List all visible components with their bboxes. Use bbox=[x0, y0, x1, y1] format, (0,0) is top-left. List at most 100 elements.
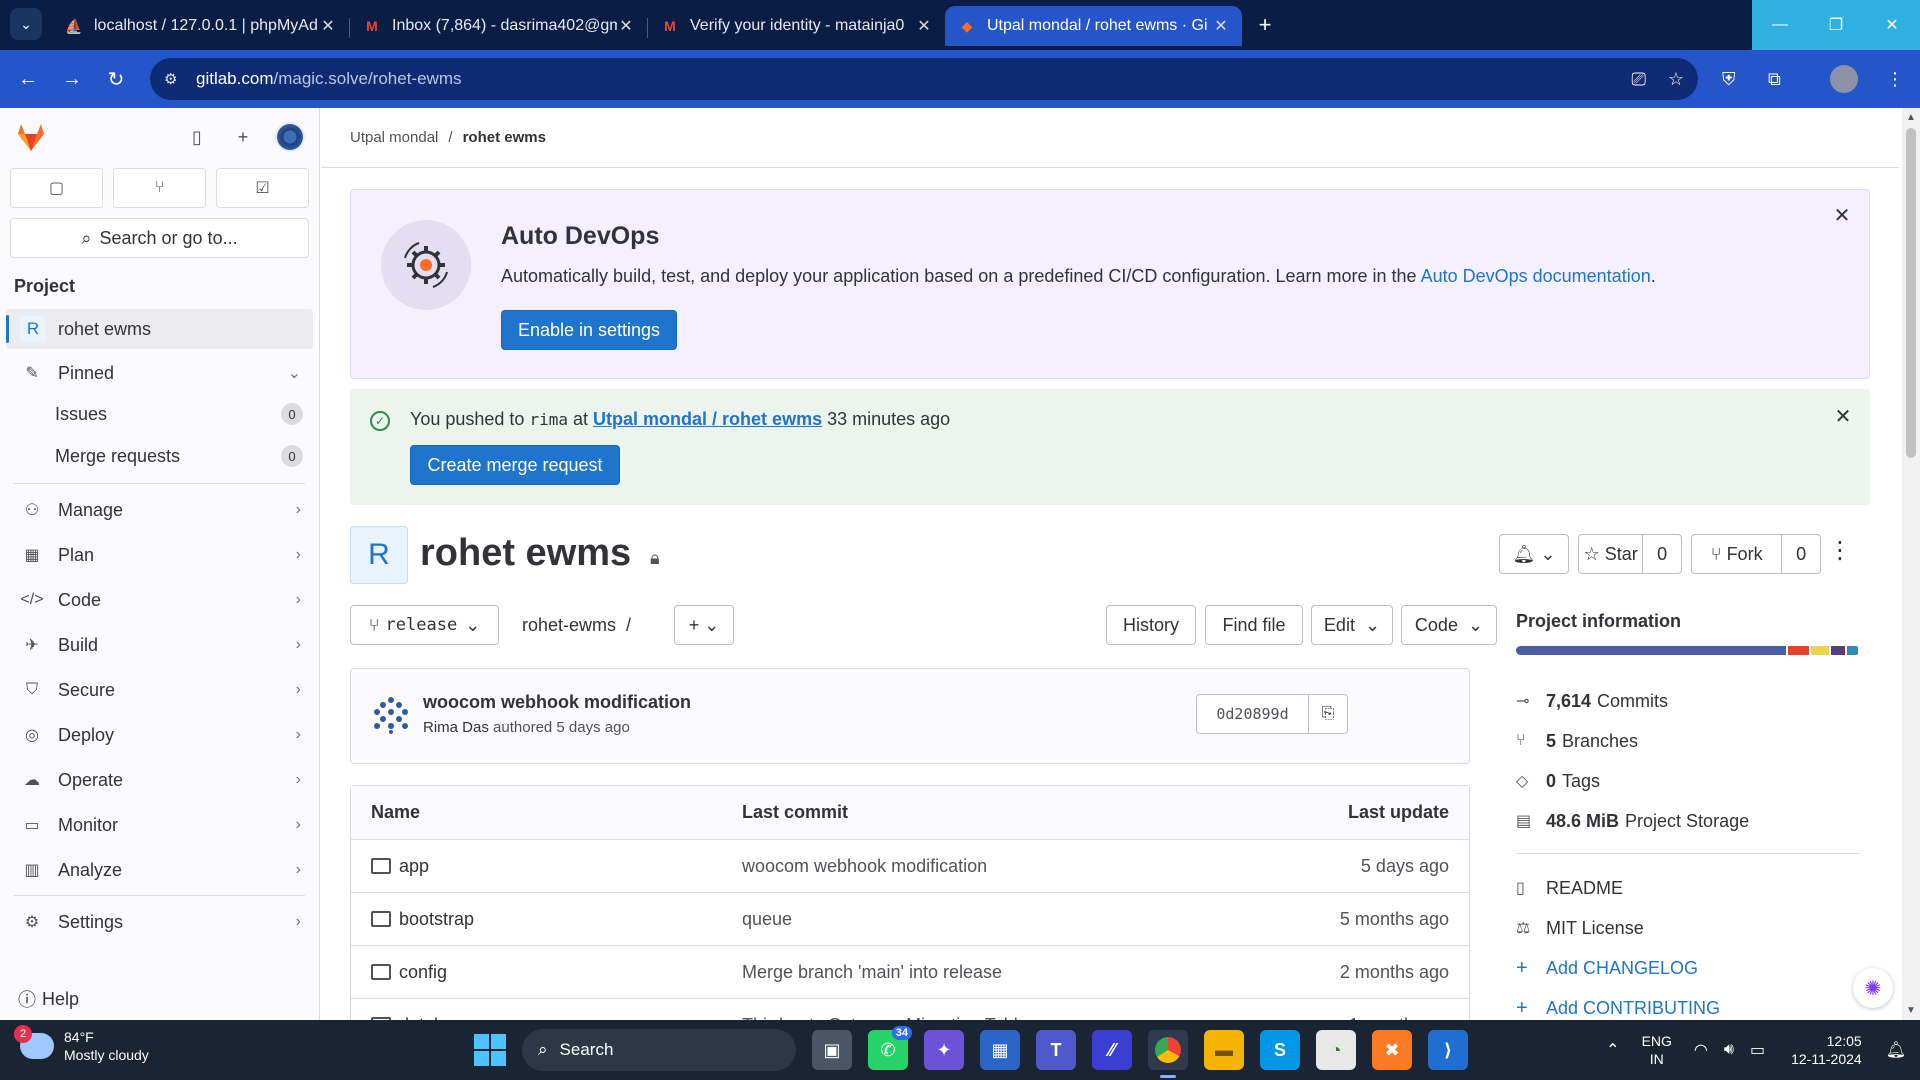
star-button[interactable]: ☆ Star bbox=[1579, 535, 1642, 573]
install-app-icon[interactable]: ⎚ bbox=[1631, 69, 1645, 90]
close-icon[interactable]: ✕ bbox=[319, 16, 337, 36]
profile-avatar[interactable] bbox=[1830, 58, 1858, 100]
file-name-link[interactable]: bootstrap bbox=[371, 909, 474, 930]
chrome-icon[interactable] bbox=[1148, 1030, 1188, 1078]
extensions-puzzle-icon[interactable]: ⧉ bbox=[1768, 58, 1781, 100]
tab-search-menu-button[interactable]: ⌄ bbox=[10, 8, 42, 40]
commit-sha-button[interactable]: 0d20899d bbox=[1197, 695, 1309, 733]
issues-counter-button[interactable]: ▢ bbox=[10, 168, 103, 208]
clock-app-icon[interactable]: ◔ bbox=[1316, 1030, 1356, 1070]
xampp-icon[interactable]: ✖ bbox=[1372, 1030, 1412, 1070]
table-row[interactable]: databaseThirdparty Category Migration Ta… bbox=[351, 998, 1469, 1020]
pushed-project-link[interactable]: Utpal mondal / rohet ewms bbox=[593, 409, 822, 429]
reload-button[interactable]: ↻ bbox=[94, 57, 138, 101]
task-view-icon[interactable]: ▣ bbox=[812, 1030, 852, 1070]
file-name-link[interactable]: app bbox=[371, 856, 429, 877]
vscode-icon[interactable]: ⟩ bbox=[1428, 1030, 1468, 1070]
copy-icon[interactable]: ⎘ bbox=[1309, 695, 1347, 733]
browser-menu-icon[interactable]: ⋮ bbox=[1886, 58, 1904, 100]
sidebar-item-deploy[interactable]: ◎ Deploy › bbox=[6, 715, 313, 755]
bookmark-star-icon[interactable]: ☆ bbox=[1668, 69, 1684, 90]
new-tab-button[interactable]: + bbox=[1250, 10, 1280, 40]
table-row[interactable]: app woocom webhook modification 5 days ago bbox=[351, 839, 1469, 892]
skype-icon[interactable]: S bbox=[1260, 1030, 1300, 1070]
page-scrollbar[interactable]: ▲ ▼ bbox=[1902, 108, 1920, 1020]
microsoft-store-icon[interactable]: ▦ bbox=[980, 1030, 1020, 1070]
clock[interactable]: 12:05 12-11-2024 bbox=[1791, 1032, 1862, 1068]
table-row[interactable]: bootstrap queue 5 months ago bbox=[351, 892, 1469, 945]
language-segment[interactable] bbox=[1811, 646, 1830, 655]
author-avatar[interactable] bbox=[371, 694, 411, 734]
code-dropdown[interactable]: Code ⌄ bbox=[1401, 605, 1497, 645]
battery-icon[interactable]: ▭ bbox=[1750, 1040, 1765, 1060]
project-stat-commits[interactable]: ⊸ 7,614 Commits bbox=[1516, 681, 1886, 721]
table-row[interactable]: config Merge branch 'main' into release 2 … bbox=[351, 945, 1469, 998]
volume-icon[interactable]: 🔊︎ bbox=[1724, 1041, 1734, 1059]
close-icon[interactable]: ✕ bbox=[617, 16, 635, 36]
language-segment[interactable] bbox=[1831, 646, 1846, 655]
close-icon[interactable]: ✕ bbox=[1832, 405, 1854, 428]
find-file-button[interactable]: Find file bbox=[1205, 605, 1303, 645]
scroll-up-arrow-icon[interactable]: ▲ bbox=[1906, 112, 1916, 123]
sidebar-item-merge-requests[interactable]: Merge requests 0 bbox=[0, 435, 319, 477]
weather-widget[interactable]: 2 84°F Mostly cloudy bbox=[14, 1025, 149, 1064]
branch-selector[interactable]: ⑂ release ⌄ bbox=[350, 605, 499, 645]
language-segment[interactable] bbox=[1847, 646, 1858, 655]
wifi-icon[interactable]: ◠ bbox=[1694, 1040, 1708, 1060]
sidebar-item-code[interactable]: </> Code › bbox=[6, 580, 313, 620]
sidebar-item-settings[interactable]: ⚙ Settings › bbox=[6, 902, 313, 942]
add-file-dropdown[interactable]: + ⌄ bbox=[674, 605, 734, 645]
taskbar-search[interactable]: ⌕ Search bbox=[522, 1029, 796, 1071]
minimize-button[interactable]: — bbox=[1752, 0, 1808, 50]
commit-title-link[interactable]: woocom webhook modification bbox=[423, 692, 691, 713]
language-segment[interactable] bbox=[1788, 646, 1810, 655]
project-stat-branches[interactable]: ⑂ 5 Branches bbox=[1516, 721, 1886, 761]
breadcrumb-parent-link[interactable]: Utpal mondal bbox=[350, 129, 438, 146]
edit-dropdown[interactable]: Edit ⌄ bbox=[1311, 605, 1393, 645]
sidebar-item-secure[interactable]: ⛉ Secure › bbox=[6, 670, 313, 710]
commit-author-link[interactable]: Rima Das bbox=[423, 719, 489, 736]
add-contributing-link[interactable]: + Add CONTRIBUTING bbox=[1516, 988, 1886, 1020]
browser-tab-phpmyadmin[interactable]: ⛵ localhost / 127.0.0.1 | phpMyAd ✕ bbox=[52, 6, 349, 46]
search-button[interactable]: ⌕ Search or go to... bbox=[10, 218, 309, 258]
project-stat-project-storage[interactable]: ▤ 48.6 MiB Project Storage bbox=[1516, 801, 1886, 841]
add-changelog-link[interactable]: + Add CHANGELOG bbox=[1516, 948, 1886, 988]
file-explorer-icon[interactable]: ▬ bbox=[1204, 1030, 1244, 1070]
file-last-commit-link[interactable]: woocom webhook modification bbox=[742, 856, 987, 877]
repository-language-bar[interactable] bbox=[1516, 646, 1860, 655]
editor-app-icon[interactable]: ⁄⁄ bbox=[1092, 1030, 1132, 1070]
more-actions-icon[interactable]: ⋮ bbox=[1828, 536, 1852, 565]
scrollbar-thumb[interactable] bbox=[1906, 128, 1916, 458]
close-icon[interactable]: ✕ bbox=[915, 16, 933, 36]
sidebar-item-pinned[interactable]: ✎ Pinned ⌄ bbox=[6, 353, 313, 393]
extension-shield-icon[interactable]: ⛨ bbox=[1722, 58, 1736, 100]
duo-chat-button[interactable]: ✺ bbox=[1853, 968, 1893, 1008]
todos-counter-button[interactable]: ☑ bbox=[216, 168, 309, 208]
devops-docs-link[interactable]: Auto DevOps documentation bbox=[1421, 266, 1651, 286]
toggle-sidebar-icon[interactable]: ▯ bbox=[183, 123, 211, 151]
enable-in-settings-button[interactable]: Enable in settings bbox=[501, 310, 677, 350]
copilot-icon[interactable]: ✦ bbox=[924, 1030, 964, 1070]
history-button[interactable]: History bbox=[1106, 605, 1196, 645]
sidebar-item-manage[interactable]: ⚇ Manage › bbox=[6, 490, 313, 530]
fork-count[interactable]: 0 bbox=[1782, 535, 1820, 573]
sidebar-item-issues[interactable]: Issues 0 bbox=[0, 393, 319, 435]
notification-dropdown[interactable]: 🔔︎ ⌄ bbox=[1499, 534, 1569, 574]
project-stat-tags[interactable]: ◇ 0 Tags bbox=[1516, 761, 1886, 801]
file-last-commit-link[interactable]: queue bbox=[742, 909, 792, 930]
sidebar-item-project[interactable]: R rohet ewms bbox=[6, 309, 313, 349]
browser-tab-gmail-verify[interactable]: M Verify your identity - matainja0 ✕ bbox=[648, 6, 945, 46]
gitlab-logo-icon[interactable] bbox=[14, 120, 48, 154]
browser-tab-gmail-inbox[interactable]: M Inbox (7,864) - dasrima402@gm ✕ bbox=[350, 6, 647, 46]
whatsapp-icon[interactable]: ✆ 34 bbox=[868, 1026, 912, 1070]
chevron-up-icon[interactable]: ⌃ bbox=[1606, 1040, 1619, 1060]
merge-requests-counter-button[interactable]: ⑂ bbox=[113, 168, 206, 208]
create-merge-request-button[interactable]: Create merge request bbox=[410, 445, 620, 485]
scroll-down-arrow-icon[interactable]: ▼ bbox=[1906, 1005, 1916, 1016]
help-button[interactable]: ⓘ Help bbox=[18, 986, 79, 1012]
language-indicator[interactable]: ENG IN bbox=[1642, 1032, 1672, 1068]
project-link-mit-license[interactable]: ⚖ MIT License bbox=[1516, 908, 1886, 948]
file-name-link[interactable]: config bbox=[371, 962, 447, 983]
sidebar-item-build[interactable]: ✈ Build › bbox=[6, 625, 313, 665]
repo-path-name[interactable]: rohet-ewms bbox=[522, 615, 616, 635]
